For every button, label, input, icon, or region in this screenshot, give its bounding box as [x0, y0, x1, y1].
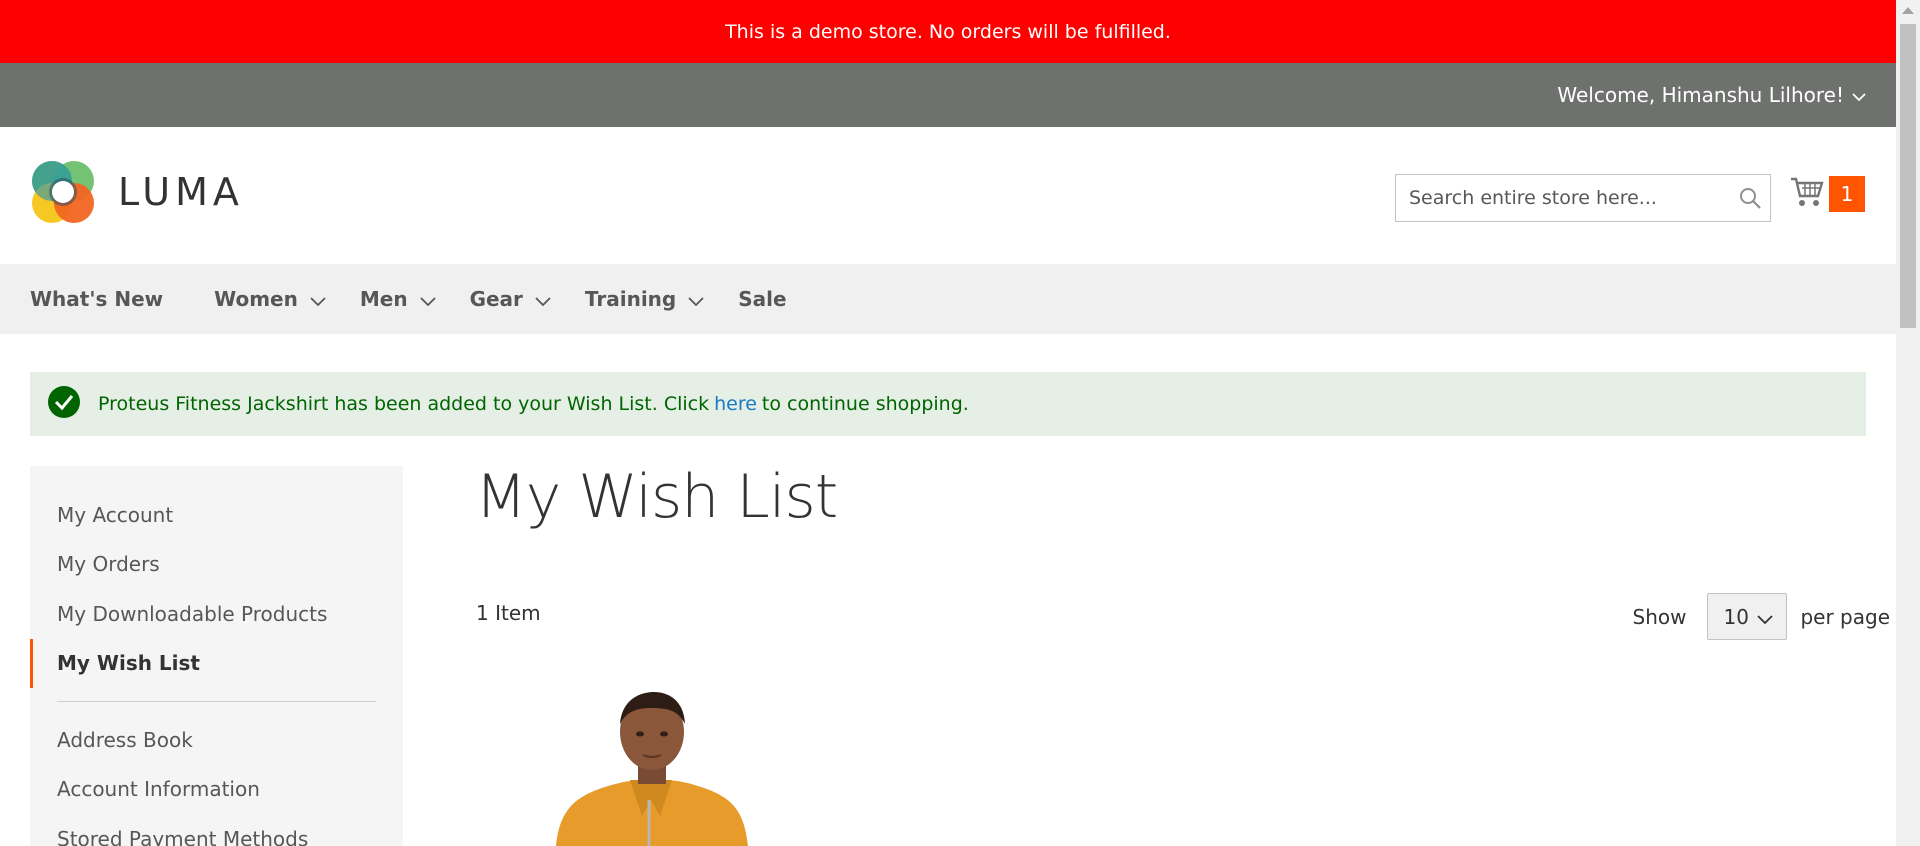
nav-item-label: Women: [214, 287, 298, 311]
sidebar-item-label: My Orders: [57, 552, 160, 577]
nav-item-label: Sale: [738, 287, 787, 311]
shopping-cart-icon: [1790, 176, 1824, 212]
product-image[interactable]: [546, 688, 756, 846]
sidebar-item-downloadable-products[interactable]: My Downloadable Products: [30, 589, 403, 639]
nav-item-gear[interactable]: Gear: [470, 287, 551, 311]
sidebar-item-my-wish-list: My Wish List: [30, 638, 403, 688]
top-bar: Welcome, Himanshu Lilhore!: [0, 63, 1896, 127]
site-header: LUMA 1: [0, 127, 1896, 264]
per-page-select[interactable]: 10: [1707, 593, 1788, 640]
nav-item-label: Training: [584, 287, 677, 311]
sidebar-item-my-orders[interactable]: My Orders: [30, 540, 403, 590]
customer-welcome-menu[interactable]: Welcome, Himanshu Lilhore!: [1557, 63, 1866, 127]
message-text-after: to continue shopping.: [761, 393, 969, 415]
chevron-down-icon: [310, 287, 326, 311]
chevron-down-icon: [419, 287, 436, 311]
cart-count-badge: 1: [1829, 176, 1865, 212]
scroll-up-arrow-icon[interactable]: [1902, 7, 1914, 14]
nav-item-women[interactable]: Women: [214, 287, 326, 311]
account-sidebar: My Account My Orders My Downloadable Pro…: [30, 466, 403, 846]
per-page-value: 10: [1723, 604, 1749, 629]
welcome-text: Welcome, Himanshu Lilhore!: [1557, 83, 1844, 107]
chevron-down-icon: [688, 287, 704, 311]
page-title: My Wish List: [475, 462, 838, 532]
chevron-down-icon: [535, 287, 551, 311]
sidebar-item-stored-payment-methods[interactable]: Stored Payment Methods: [30, 814, 403, 846]
nav-item-label: Gear: [469, 287, 523, 311]
per-page-label: per page: [1800, 604, 1890, 629]
chevron-down-icon: [1852, 83, 1866, 107]
page-scrollbar[interactable]: [1896, 0, 1920, 846]
sidebar-item-label: My Account: [57, 502, 174, 527]
nav-item-training[interactable]: Training: [585, 287, 704, 311]
chevron-down-icon: [1757, 605, 1773, 629]
message-text: Proteus Fitness Jackshirt has been added…: [98, 393, 710, 415]
search-form: [1395, 174, 1771, 222]
search-input[interactable]: [1396, 175, 1730, 221]
sidebar-item-label: My Wish List: [57, 651, 200, 676]
nav-item-label: What's New: [30, 287, 164, 311]
luma-logo-icon: [32, 161, 94, 223]
scrollbar-thumb[interactable]: [1900, 24, 1916, 328]
success-message: Proteus Fitness Jackshirt has been added…: [30, 372, 1866, 436]
sidebar-item-address-book[interactable]: Address Book: [30, 715, 403, 765]
sidebar-divider: [57, 701, 376, 702]
sidebar-item-label: Stored Payment Methods: [57, 826, 309, 846]
logo-text: LUMA: [118, 170, 244, 214]
main-navigation: What's New Women Men Gear Training Sale: [0, 264, 1896, 334]
wishlist-item-count: 1 Item: [476, 601, 541, 625]
luma-logo[interactable]: LUMA: [30, 159, 244, 225]
show-label: Show: [1632, 604, 1687, 629]
demo-store-notice: This is a demo store. No orders will be …: [0, 0, 1896, 63]
demo-store-notice-text: This is a demo store. No orders will be …: [725, 20, 1171, 43]
search-icon[interactable]: [1730, 186, 1770, 210]
checkmark-icon: [48, 385, 80, 423]
sidebar-item-label: Address Book: [57, 727, 193, 752]
minicart-button[interactable]: 1: [1790, 176, 1865, 212]
sidebar-item-label: My Downloadable Products: [57, 601, 328, 626]
nav-item-sale[interactable]: Sale: [738, 287, 786, 311]
sidebar-item-label: Account Information: [57, 777, 260, 802]
per-page-limiter: Show 10 per page: [1632, 593, 1890, 640]
nav-item-label: Men: [359, 287, 408, 311]
nav-item-men[interactable]: Men: [360, 287, 436, 311]
continue-shopping-link[interactable]: here: [714, 393, 757, 415]
sidebar-item-account-information[interactable]: Account Information: [30, 765, 403, 815]
nav-item-whats-new[interactable]: What's New: [30, 287, 163, 311]
sidebar-item-my-account[interactable]: My Account: [30, 490, 403, 540]
